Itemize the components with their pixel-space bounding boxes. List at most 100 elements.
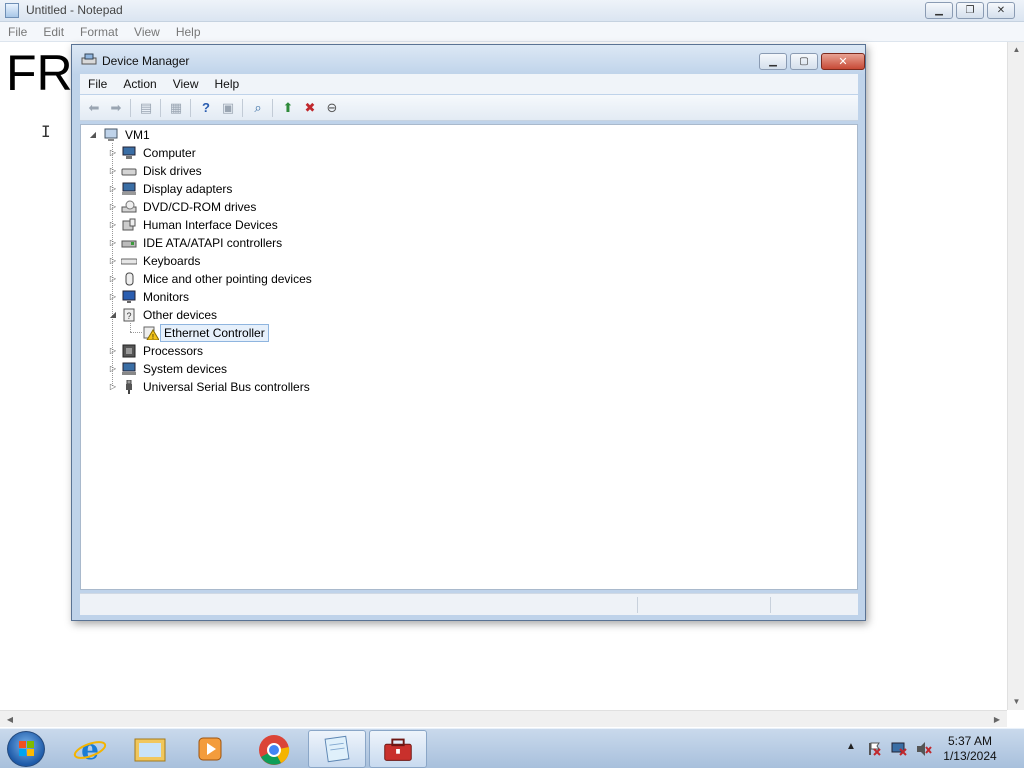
vertical-scrollbar[interactable]: ▲ ▼: [1007, 42, 1024, 710]
update-driver-icon[interactable]: ⬆: [279, 100, 297, 116]
node-label: Computer: [143, 146, 196, 160]
expand-icon[interactable]: ▷: [109, 234, 117, 252]
notepad-text-area[interactable]: FR: [6, 48, 73, 98]
dm-menu-file[interactable]: File: [80, 74, 115, 94]
menu-help[interactable]: Help: [168, 22, 209, 41]
properties-icon[interactable]: ▦: [167, 100, 185, 116]
node-label: DVD/CD-ROM drives: [143, 200, 257, 214]
notepad-title-bar[interactable]: Untitled - Notepad ▁ ❐ ✕: [0, 0, 1024, 22]
network-icon[interactable]: [890, 741, 908, 757]
menu-edit[interactable]: Edit: [35, 22, 72, 41]
scroll-left-icon[interactable]: ◀: [2, 711, 18, 728]
notepad-title: Untitled - Notepad: [26, 3, 123, 17]
computer-icon: [122, 146, 136, 159]
dm-close-button[interactable]: ✕: [821, 53, 865, 70]
minimize-button[interactable]: ▁: [925, 2, 953, 19]
notepad-icon: [324, 735, 350, 763]
chrome-icon: [259, 735, 290, 765]
restore-button[interactable]: ❐: [956, 2, 984, 19]
device-manager-title-bar[interactable]: Device Manager ▁ ▢ ✕: [72, 45, 865, 75]
display-adapter-icon: [122, 182, 136, 195]
expand-icon[interactable]: ▷: [109, 180, 117, 198]
dm-minimize-button[interactable]: ▁: [759, 53, 787, 70]
dm-status-bar: [80, 593, 858, 615]
back-icon[interactable]: ⬅: [85, 100, 103, 116]
dm-menu-action[interactable]: Action: [115, 74, 164, 94]
close-button[interactable]: ✕: [987, 2, 1015, 19]
volume-muted-icon[interactable]: [915, 741, 933, 757]
expand-icon[interactable]: ▷: [109, 162, 117, 180]
taskbar-explorer-button[interactable]: [121, 730, 179, 768]
node-label: System devices: [143, 362, 228, 376]
media-player-icon: [198, 737, 222, 761]
node-label: IDE ATA/ATAPI controllers: [143, 236, 283, 250]
warning-device-icon: !: [143, 326, 159, 340]
dm-caption-buttons: ▁ ▢ ✕: [759, 53, 865, 70]
taskbar-notepad-button[interactable]: [308, 730, 366, 768]
expand-icon[interactable]: ▷: [109, 216, 117, 234]
collapse-icon[interactable]: ◢: [89, 126, 97, 144]
start-button[interactable]: [7, 731, 45, 767]
taskbar-device-manager-button[interactable]: [369, 730, 427, 768]
close-icon: ✕: [996, 5, 1006, 16]
show-hide-console-tree-icon[interactable]: ▤: [137, 100, 155, 116]
svg-text:e: e: [81, 733, 99, 766]
dm-maximize-button[interactable]: ▢: [790, 53, 818, 70]
clock[interactable]: 5:37 AM 1/13/2024: [939, 734, 1001, 764]
disable-icon[interactable]: ⊖: [323, 100, 341, 116]
scroll-right-icon[interactable]: ▶: [989, 711, 1005, 728]
device-tree[interactable]: ◢ VM1 ▷ Computer ▷ Disk drives ▷ Display…: [80, 124, 858, 590]
device-manager-title: Device Manager: [102, 54, 190, 68]
scroll-down-icon[interactable]: ▼: [1008, 694, 1024, 710]
device-manager-icon: [384, 738, 412, 761]
action-center-icon[interactable]: [866, 741, 882, 757]
scan-hardware-icon[interactable]: ⌕: [249, 100, 267, 116]
taskbar-media-player-button[interactable]: [181, 730, 239, 768]
close-icon: ✕: [838, 56, 848, 68]
dm-menu-help[interactable]: Help: [207, 74, 248, 94]
menu-format[interactable]: Format: [72, 22, 126, 41]
taskbar-chrome-button[interactable]: [245, 730, 303, 768]
expand-icon[interactable]: ▷: [109, 378, 117, 396]
menu-view[interactable]: View: [126, 22, 168, 41]
unknown-device-icon: ?: [123, 308, 135, 322]
taskbar: e ▲ 5:37 AM 1/13/2024: [0, 728, 1024, 768]
expand-icon[interactable]: ▷: [109, 198, 117, 216]
dm-toolbar: ⬅ ➡ ▤ ▦ ? ▣ ⌕ ⬆ ✖ ⊖: [80, 95, 858, 121]
computer-root-icon: [104, 128, 118, 141]
node-label: Ethernet Controller: [160, 324, 269, 342]
keyboard-icon: [121, 258, 137, 265]
collapse-icon[interactable]: ◢: [109, 306, 117, 324]
show-hidden-icons-icon[interactable]: ▲: [846, 741, 856, 752]
scroll-up-icon[interactable]: ▲: [1008, 42, 1024, 58]
tree-root-label: VM1: [125, 128, 150, 142]
menu-file[interactable]: File: [0, 22, 35, 41]
dm-menubar: File Action View Help: [80, 74, 858, 94]
expand-icon[interactable]: ▷: [109, 288, 117, 306]
svg-text:?: ?: [126, 311, 131, 321]
taskbar-ie-button[interactable]: e: [61, 730, 119, 768]
node-label: Universal Serial Bus controllers: [143, 380, 310, 394]
expand-icon[interactable]: ▷: [109, 360, 117, 378]
expand-icon[interactable]: ▷: [109, 144, 117, 162]
device-manager-window: Device Manager ▁ ▢ ✕ File Action View He…: [71, 44, 866, 621]
action-pane-icon[interactable]: ▣: [219, 100, 237, 116]
horizontal-scrollbar[interactable]: ◀ ▶: [0, 710, 1007, 727]
dvd-drive-icon: [121, 200, 137, 213]
node-label: Other devices: [143, 308, 218, 322]
forward-icon[interactable]: ➡: [107, 100, 125, 116]
expand-icon[interactable]: ▷: [109, 252, 117, 270]
expand-icon[interactable]: ▷: [109, 270, 117, 288]
help-icon[interactable]: ?: [197, 100, 215, 116]
uninstall-icon[interactable]: ✖: [301, 100, 319, 116]
node-label: Processors: [143, 344, 204, 358]
node-label: Monitors: [143, 290, 190, 304]
clock-date: 1/13/2024: [943, 749, 997, 763]
restore-icon: ❐: [965, 5, 975, 16]
dm-menu-view[interactable]: View: [165, 74, 207, 94]
svg-text:!: !: [152, 334, 154, 340]
text-cursor-icon: I: [41, 122, 51, 141]
expand-icon[interactable]: ▷: [109, 342, 117, 360]
notepad-menubar: File Edit Format View Help: [0, 22, 1024, 42]
notepad-caption-buttons: ▁ ❐ ✕: [925, 2, 1015, 19]
